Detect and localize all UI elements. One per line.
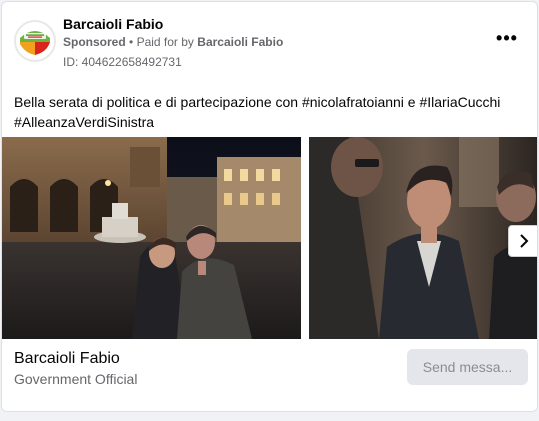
sponsored-meta: Sponsored • Paid for by Barcaioli Fabio <box>63 35 283 49</box>
party-logo-icon <box>16 22 54 60</box>
ad-id: ID: 404622658492731 <box>63 55 182 69</box>
ad-card: Barcaioli Fabio Sponsored • Paid for by … <box>1 1 538 412</box>
more-options-button[interactable]: ••• <box>490 29 524 53</box>
sponsored-label: Sponsored <box>63 35 126 49</box>
footer-page-name[interactable]: Barcaioli Fabio <box>14 350 120 368</box>
paid-for-name: Barcaioli Fabio <box>197 35 284 49</box>
send-message-button[interactable]: Send messa... <box>407 349 528 385</box>
page-name[interactable]: Barcaioli Fabio <box>63 16 163 32</box>
meta-separator: • <box>129 35 134 49</box>
carousel-image-1[interactable] <box>2 137 301 339</box>
carousel-image-2[interactable] <box>309 137 537 339</box>
page-avatar[interactable] <box>14 20 56 62</box>
post-text: Bella serata di politica e di partecipaz… <box>14 92 524 132</box>
event-photo <box>309 137 537 339</box>
more-options-icon: ••• <box>496 28 518 48</box>
footer-page-category: Government Official <box>14 371 138 387</box>
night-square-photo <box>2 137 301 339</box>
post-header: Barcaioli Fabio Sponsored • Paid for by … <box>2 2 537 82</box>
chevron-right-icon <box>520 234 529 248</box>
post-text-line: Bella serata di politica e di partecipaz… <box>14 94 501 110</box>
carousel-next-button[interactable] <box>508 225 537 257</box>
ad-footer: Barcaioli Fabio Government Official Send… <box>2 339 537 411</box>
paid-for-prefix: Paid for by <box>136 35 194 49</box>
post-text-line: #AlleanzaVerdiSinistra <box>14 114 155 130</box>
image-carousel <box>2 137 537 339</box>
